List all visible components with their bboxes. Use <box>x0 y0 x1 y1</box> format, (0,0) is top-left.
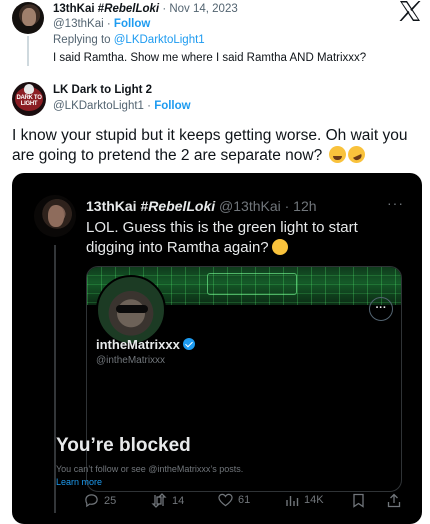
blocked-title: You’re blocked <box>56 435 191 456</box>
verified-badge-icon <box>182 338 195 350</box>
bookmark-icon <box>353 493 364 508</box>
avatar <box>34 195 76 237</box>
bookmark-action <box>352 493 365 508</box>
replying-handle-link[interactable]: @LKDarktoLight1 <box>114 34 205 46</box>
blocked-subtitle: You can’t follow or see @intheMatrixxx’s… <box>56 464 244 474</box>
more-icon: ··· <box>369 297 393 321</box>
reply-tweet: 13thKai #RebelLoki · Nov 14, 2023 @13thK… <box>0 0 430 70</box>
more-icon: ··· <box>387 195 404 211</box>
profile-name: intheMatrixxx <box>96 337 195 352</box>
replying-to: Replying to @LKDarktoLight1 <box>53 34 205 46</box>
views-count: 14K <box>304 494 324 506</box>
reply-author-line: 13thKai #RebelLoki · Nov 14, 2023 <box>53 2 238 17</box>
attached-screenshot[interactable]: 13thKai #RebelLoki @13thKai · 12h ··· LO… <box>12 173 422 524</box>
tweet-text: I know your stupid but it keeps getting … <box>12 127 408 166</box>
like-action: 61 <box>218 493 250 507</box>
reply-action: 25 <box>84 493 116 508</box>
reply-count: 25 <box>104 494 117 507</box>
like-count: 61 <box>238 494 251 506</box>
post-date[interactable]: · Nov 14, 2023 <box>162 3 237 15</box>
action-bar: 25 14 61 14K <box>84 493 409 513</box>
views-action: 14K <box>285 493 324 507</box>
author-handle[interactable]: @13thKai <box>53 18 104 30</box>
follow-button[interactable]: Follow <box>154 100 190 112</box>
reply-text: I said Ramtha. Show me where I said Ramt… <box>53 52 367 64</box>
repost-icon <box>151 493 167 508</box>
author-name[interactable]: LK Dark to Light 2 <box>53 83 152 98</box>
share-icon <box>387 493 401 508</box>
author-handle-line: @LKDarktoLight1 · Follow <box>53 100 191 112</box>
screenshot-tweet-text: LOL. Guess this is the green light to st… <box>86 219 358 256</box>
avatar[interactable] <box>12 2 44 34</box>
screenshot-author-line: 13thKai #RebelLoki @13thKai · 12h <box>86 198 317 214</box>
author-name[interactable]: 13thKai #RebelLoki <box>53 3 159 15</box>
x-logo-icon[interactable] <box>398 0 422 22</box>
views-chart-icon <box>286 496 299 506</box>
blocked-profile-card: ··· intheMatrixxx @intheMatrixxx <box>86 266 402 492</box>
tears-of-joy-emoji <box>328 146 346 163</box>
author-handle[interactable]: @LKDarktoLight1 <box>53 100 144 112</box>
thinking-face-emoji <box>271 239 288 255</box>
heart-icon <box>218 493 233 507</box>
rolling-laughing-emoji <box>344 143 368 166</box>
thread-line <box>27 36 29 66</box>
share-action <box>387 493 401 508</box>
reply-icon <box>85 494 98 508</box>
profile-avatar <box>96 275 166 345</box>
learn-more-link: Learn more <box>56 477 103 487</box>
reply-handle-line: @13thKai · Follow <box>53 18 151 30</box>
repost-action: 14 <box>151 493 184 508</box>
avatar[interactable]: DARK TO LIGHT <box>12 82 46 116</box>
repost-count: 14 <box>172 494 185 507</box>
profile-handle: @intheMatrixxx <box>96 355 166 366</box>
follow-button[interactable]: Follow <box>114 18 150 30</box>
